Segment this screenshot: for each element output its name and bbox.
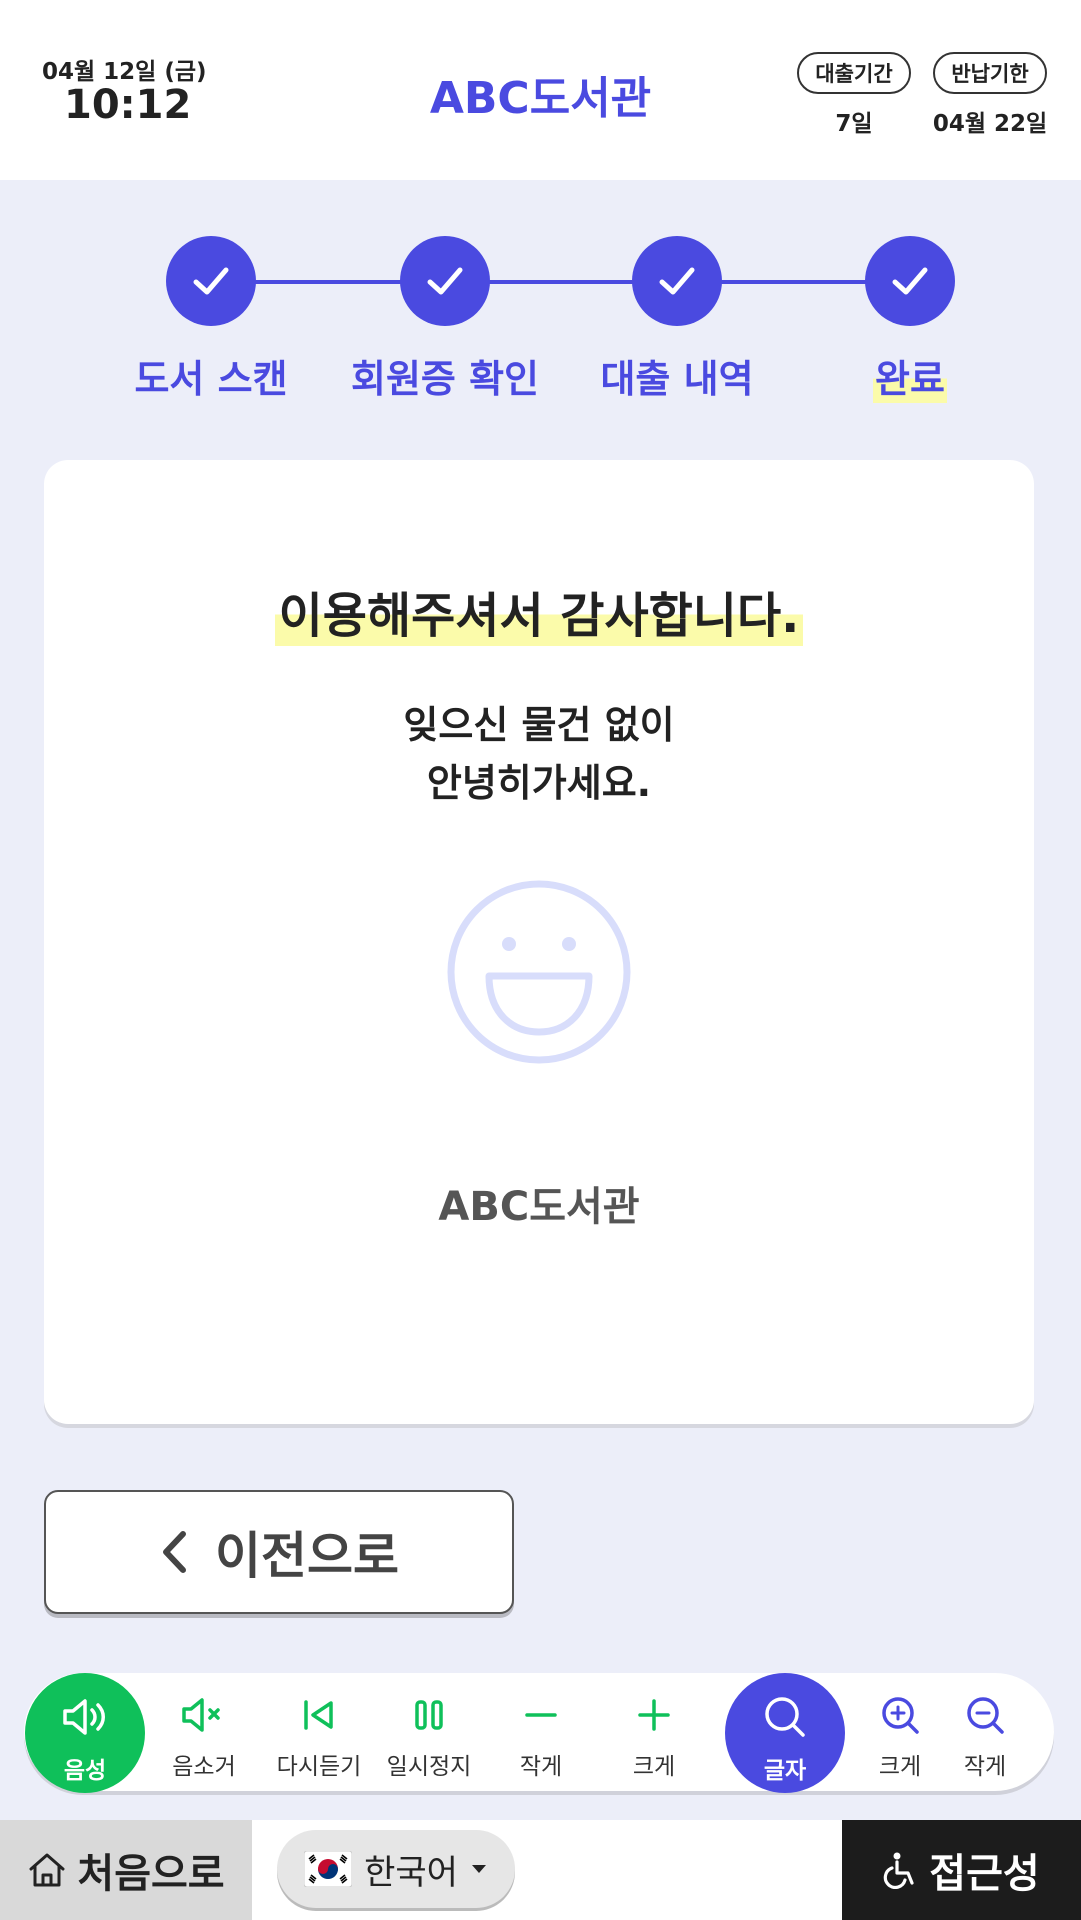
library-title: ABC도서관 bbox=[429, 73, 652, 124]
check-icon bbox=[632, 236, 722, 326]
volume-down-label: 작게 bbox=[519, 1754, 563, 1780]
return-due-label: 반납기한 bbox=[933, 52, 1047, 94]
back-button-label: 이전으로 bbox=[215, 1527, 399, 1585]
minus-icon bbox=[491, 1695, 591, 1735]
home-label: 처음으로 bbox=[77, 1851, 225, 1897]
step-label: 도서 스캔 bbox=[134, 357, 288, 401]
home-button[interactable]: 처음으로 bbox=[0, 1820, 252, 1920]
thanks-text: 이용해주셔서 감사합니다. bbox=[274, 576, 804, 646]
volume-up-label: 크게 bbox=[632, 1754, 676, 1780]
loan-period: 대출기간 7일 bbox=[792, 52, 916, 138]
volume-down-button[interactable]: 작게 bbox=[491, 1673, 591, 1791]
plus-icon bbox=[604, 1695, 704, 1735]
zoom-out-icon bbox=[935, 1695, 1035, 1735]
step-member-card: 회원증 확인 bbox=[345, 236, 545, 403]
check-icon bbox=[166, 236, 256, 326]
return-due-value: 04월 22일 bbox=[932, 111, 1048, 137]
step-label: 회원증 확인 bbox=[350, 357, 540, 401]
loan-period-value: 7일 bbox=[835, 111, 873, 137]
check-icon bbox=[400, 236, 490, 326]
farewell-line-1: 잊으신 물건 없이 bbox=[403, 703, 675, 747]
language-select[interactable]: 한국어 bbox=[277, 1830, 515, 1908]
voice-label: 음성 bbox=[63, 1758, 107, 1784]
language-label: 한국어 bbox=[364, 1852, 458, 1893]
back-button[interactable]: 이전으로 bbox=[44, 1490, 514, 1614]
text-size-button[interactable]: 글자 bbox=[725, 1673, 845, 1793]
home-icon bbox=[29, 1853, 65, 1887]
thanks-heading: 이용해주셔서 감사합니다. bbox=[44, 576, 1034, 646]
step-book-scan: 도서 스캔 bbox=[111, 236, 311, 403]
chevron-left-icon bbox=[163, 1531, 186, 1573]
text-size-label: 글자 bbox=[763, 1758, 807, 1784]
step-label-current: 완료 bbox=[873, 348, 947, 403]
speaker-icon bbox=[25, 1695, 145, 1739]
card-library-name: ABC도서관 bbox=[438, 1184, 640, 1230]
caret-down-icon bbox=[471, 1865, 486, 1873]
farewell-message: 잊으신 물건 없이 안녕히가세요. bbox=[44, 696, 1034, 812]
bottom-bar: 처음으로 한국어 접근성 bbox=[0, 1820, 1081, 1920]
accessibility-label: 접근성 bbox=[929, 1851, 1040, 1897]
step-complete: 완료 bbox=[810, 236, 1010, 403]
korea-flag-icon bbox=[304, 1851, 353, 1887]
accessibility-toolbar: 음성 음소거 다시듣기 일시정지 작게 크게 글자 크게 작게 bbox=[24, 1673, 1054, 1793]
skip-back-icon bbox=[269, 1695, 369, 1735]
accessibility-button[interactable]: 접근성 bbox=[842, 1820, 1081, 1920]
text-smaller-button[interactable]: 작게 bbox=[935, 1673, 1035, 1791]
mute-label: 음소거 bbox=[172, 1754, 236, 1780]
return-due: 반납기한 04월 22일 bbox=[929, 52, 1051, 138]
volume-up-button[interactable]: 크게 bbox=[604, 1673, 704, 1791]
wheelchair-icon bbox=[884, 1852, 914, 1889]
voice-button[interactable]: 음성 bbox=[25, 1673, 145, 1793]
mute-icon bbox=[154, 1695, 254, 1735]
farewell-line-2: 안녕히가세요. bbox=[426, 761, 652, 805]
text-smaller-label: 작게 bbox=[963, 1754, 1007, 1780]
completion-card: 이용해주셔서 감사합니다. 잊으신 물건 없이 안녕히가세요. ABC도서관 bbox=[44, 460, 1034, 1424]
loan-period-label: 대출기간 bbox=[797, 52, 911, 94]
replay-button[interactable]: 다시듣기 bbox=[269, 1673, 369, 1791]
pause-icon bbox=[379, 1695, 479, 1735]
pause-button[interactable]: 일시정지 bbox=[379, 1673, 479, 1791]
step-loan-history: 대출 내역 bbox=[577, 236, 777, 403]
step-label: 대출 내역 bbox=[600, 357, 754, 401]
header: 04월 12일 (금) 10:12 ABC도서관 대출기간 7일 반납기한 04… bbox=[0, 0, 1081, 180]
mute-button[interactable]: 음소거 bbox=[154, 1673, 254, 1791]
check-icon bbox=[865, 236, 955, 326]
pause-label: 일시정지 bbox=[386, 1754, 472, 1780]
replay-label: 다시듣기 bbox=[276, 1754, 362, 1780]
smiley-icon bbox=[445, 878, 633, 1070]
progress-line bbox=[210, 280, 910, 284]
search-icon bbox=[725, 1695, 845, 1739]
